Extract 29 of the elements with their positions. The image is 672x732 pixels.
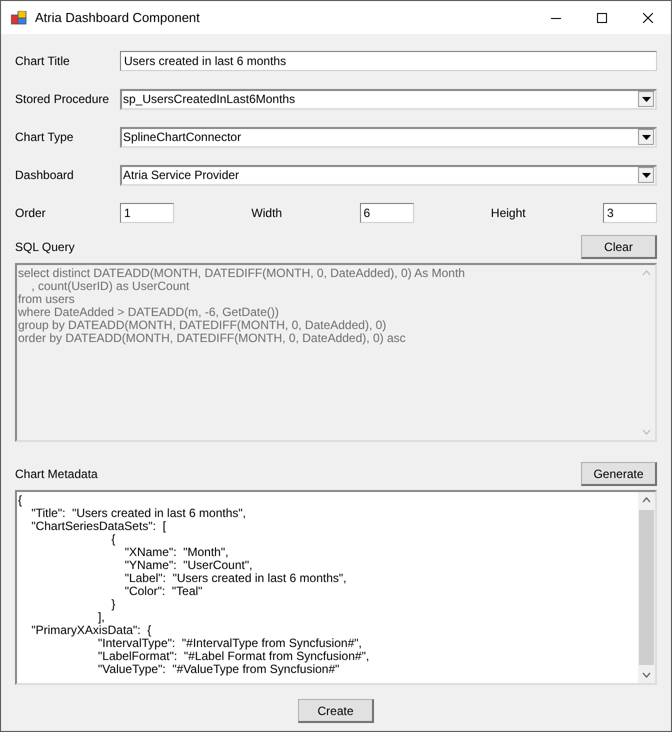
window-title: Atria Dashboard Component [35, 10, 201, 25]
close-icon [643, 12, 653, 22]
json-text: { "Title": "Users created in last 6 months", "ChartSeriesDataSets": [ { "XName": "Month", "YName": "UserCount", "Label": "Users created in last 6 months", "Color": "Teal" } ], "PrimaryXAxisData": { "IntervalType": "#IntervalType from Syncfusion#", "LabelFormat": "#Label Format from Syncfusion#", "ValueType": "#ValueType from Syncfusion#" [17, 492, 370, 676]
app-icon [11, 10, 27, 24]
generate-button[interactable]: Generate [581, 462, 657, 486]
text-field[interactable]: Users created in last 6 months [120, 51, 657, 71]
field-label: Order [15, 206, 47, 220]
section-label: Chart Metadata [15, 467, 98, 481]
number-field[interactable]: 6 [360, 203, 414, 223]
dropdown[interactable]: Atria Service Provider [120, 164, 657, 186]
field-label: Stored Procedure [15, 92, 110, 106]
dropdown[interactable]: SplineChartConnector [120, 126, 657, 148]
number-field[interactable]: 1 [120, 203, 174, 223]
field-label: Height [490, 206, 526, 220]
scrollbar[interactable] [638, 492, 655, 683]
dropdown[interactable]: sp_UsersCreatedInLast6Months [120, 88, 657, 110]
caret-down-icon [642, 96, 650, 102]
caret-down-icon [642, 172, 650, 178]
field-label: Chart Title [15, 54, 71, 68]
caret-down-icon [642, 134, 650, 140]
section-label: SQL Query [15, 240, 75, 254]
maximize-icon [597, 12, 607, 22]
create-button[interactable]: Create [298, 699, 374, 723]
field-label: Dashboard [15, 168, 75, 182]
query-text: select distinct DATEADD(MONTH, DATEDIFF(MONTH, 0, DateAdded), 0) As Month , count(UserID) as UserCount from users where DateAdded > DATEADD(m, -6, GetDate()) group by DATEADD(MONTH, DATEDIFF(MONTH, 0, DateAdded), 0) order by DATEADD(MONTH, DATEDIFF(MONTH, 0, DateAdded), 0) asc [17, 265, 466, 345]
field-label: Chart Type [15, 130, 74, 144]
field-label: Width [251, 206, 282, 220]
number-field[interactable]: 3 [603, 203, 657, 223]
text-area[interactable] [15, 490, 657, 685]
